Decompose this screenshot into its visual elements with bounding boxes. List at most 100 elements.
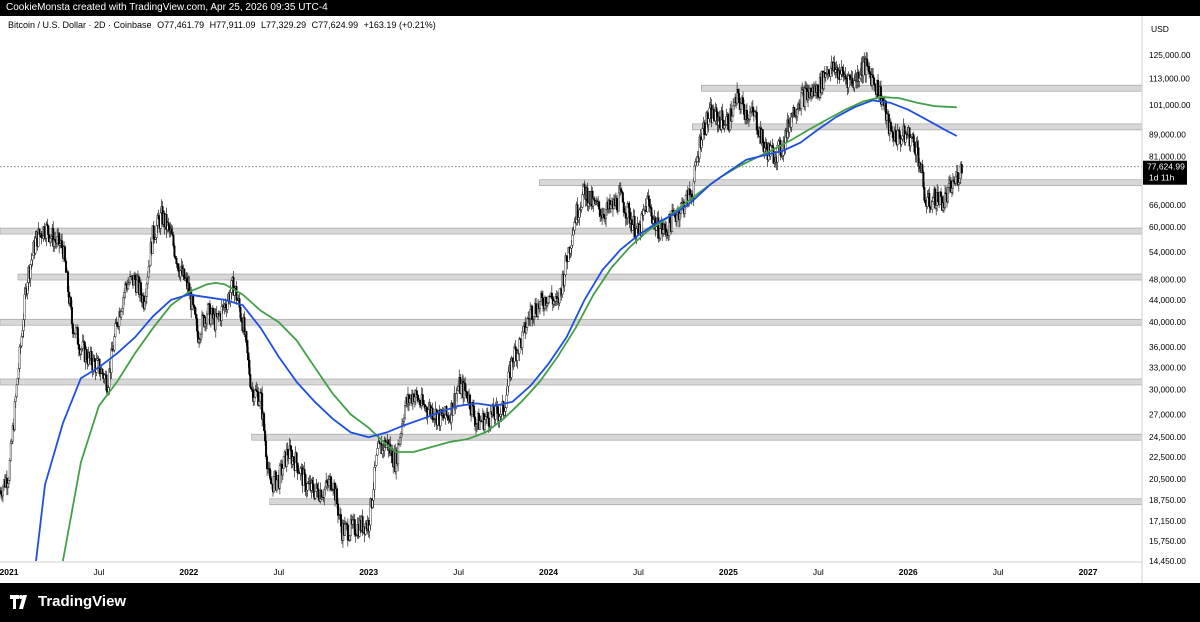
candle-body [472, 405, 475, 418]
candle-body [147, 266, 150, 278]
candle-body [266, 456, 269, 470]
candle-body [533, 316, 536, 320]
candle-body [258, 401, 261, 406]
candle-body [66, 271, 69, 293]
candle-body [81, 341, 84, 349]
chart-panel[interactable]: Bitcoin / U.S. Dollar · 2D · Coinbase O7… [0, 16, 1200, 583]
candle-body [547, 295, 550, 303]
candle-body [913, 141, 916, 153]
candle-body [373, 466, 376, 490]
level-band-0 [701, 84, 1143, 92]
candle-body [6, 483, 9, 488]
candle-body [172, 235, 175, 246]
candle-body [397, 443, 400, 465]
candle-body [755, 112, 758, 131]
candle-body [143, 301, 146, 309]
time-axis[interactable]: 2021 Jul 2022 Jul 2023 Jul 2024 Jul 2025 Jul 2026 J… [0, 567, 1098, 577]
candle-body [909, 137, 912, 147]
candle-body [960, 164, 963, 174]
candle-body [935, 205, 938, 209]
candle-body [545, 303, 548, 306]
candle-body [743, 104, 746, 115]
candle-body [90, 351, 93, 366]
candle-body [466, 391, 469, 399]
candle-body [418, 399, 421, 405]
candle-body [926, 197, 929, 207]
candle-body [295, 452, 298, 464]
price-tick-label: 36,000.00 [1149, 342, 1186, 352]
candle-body [950, 188, 953, 193]
candle-body [733, 102, 736, 106]
price-chart[interactable]: Bitcoin / U.S. Dollar · 2D · Coinbase O7… [0, 16, 1200, 583]
candle-body [238, 298, 241, 308]
candle-body [648, 199, 651, 207]
candle-body [201, 314, 204, 335]
candle-body [269, 478, 272, 484]
time-tick-label: Jul [813, 567, 824, 577]
candle-body [442, 413, 445, 418]
candle-body [281, 468, 284, 476]
candle-body [751, 107, 754, 112]
candle-body [85, 349, 88, 361]
candle-body [30, 259, 33, 265]
last-price-value: 77,624.99 [1147, 162, 1185, 172]
candle-body [45, 223, 48, 239]
candle-body [583, 183, 586, 188]
candle-body [421, 394, 424, 405]
candle-body [275, 479, 278, 491]
candle-body [931, 201, 934, 210]
candle-body [577, 217, 580, 221]
tradingview-logo[interactable]: TradingView [10, 593, 126, 610]
candle-body [847, 75, 850, 88]
candle-body [145, 283, 148, 297]
candle-body [103, 374, 106, 380]
candle-body [71, 323, 74, 335]
candle-body [529, 309, 532, 319]
symbol-name: Bitcoin / U.S. Dollar · 2D · Coinbase [8, 20, 152, 30]
candle-body [478, 420, 481, 430]
candle-body [348, 535, 351, 541]
candle-body [756, 130, 759, 135]
candle-body [763, 147, 766, 153]
candle-body [452, 407, 455, 416]
candle-body [206, 304, 209, 315]
candle-body [226, 300, 229, 310]
candle-body [305, 490, 308, 493]
candle-body [455, 393, 458, 407]
candle-body [152, 225, 155, 240]
candle-body [343, 523, 346, 536]
price-tick-label: 18,750.00 [1149, 495, 1186, 505]
candle-body [299, 467, 302, 475]
candle-body [400, 433, 403, 438]
candle-body [901, 135, 904, 140]
price-tick-label: 101,000.00 [1149, 100, 1191, 110]
candle-body [195, 314, 198, 319]
candle-body [800, 92, 803, 109]
price-tick-label: 15,750.00 [1149, 536, 1186, 546]
candle-body [50, 236, 53, 239]
candle-body [541, 297, 544, 306]
candle-body [598, 201, 601, 210]
candle-body [372, 489, 375, 501]
candle-body [657, 217, 660, 239]
candle-body [239, 307, 242, 319]
candle-body [834, 69, 837, 73]
candle-body [43, 226, 46, 237]
candle-body [337, 503, 340, 516]
candle-body [507, 371, 510, 387]
price-tick-label: 125,000.00 [1149, 50, 1191, 60]
candle-body [95, 360, 98, 373]
price-tick-label: 89,000.00 [1149, 130, 1186, 140]
candle-body [866, 58, 869, 67]
candle-body [0, 490, 2, 495]
candle-body [278, 465, 281, 489]
candle-body [105, 374, 108, 391]
candle-body [77, 344, 80, 350]
candle-body [123, 292, 126, 298]
price-axis[interactable]: USD 125,000.00 113,000.00 101,000.00 89,000… [1149, 24, 1191, 566]
candle-body [839, 74, 842, 80]
candle-body [958, 178, 961, 183]
candle-body [76, 327, 79, 345]
level-band-8 [269, 498, 1143, 506]
candle-body [9, 442, 12, 461]
